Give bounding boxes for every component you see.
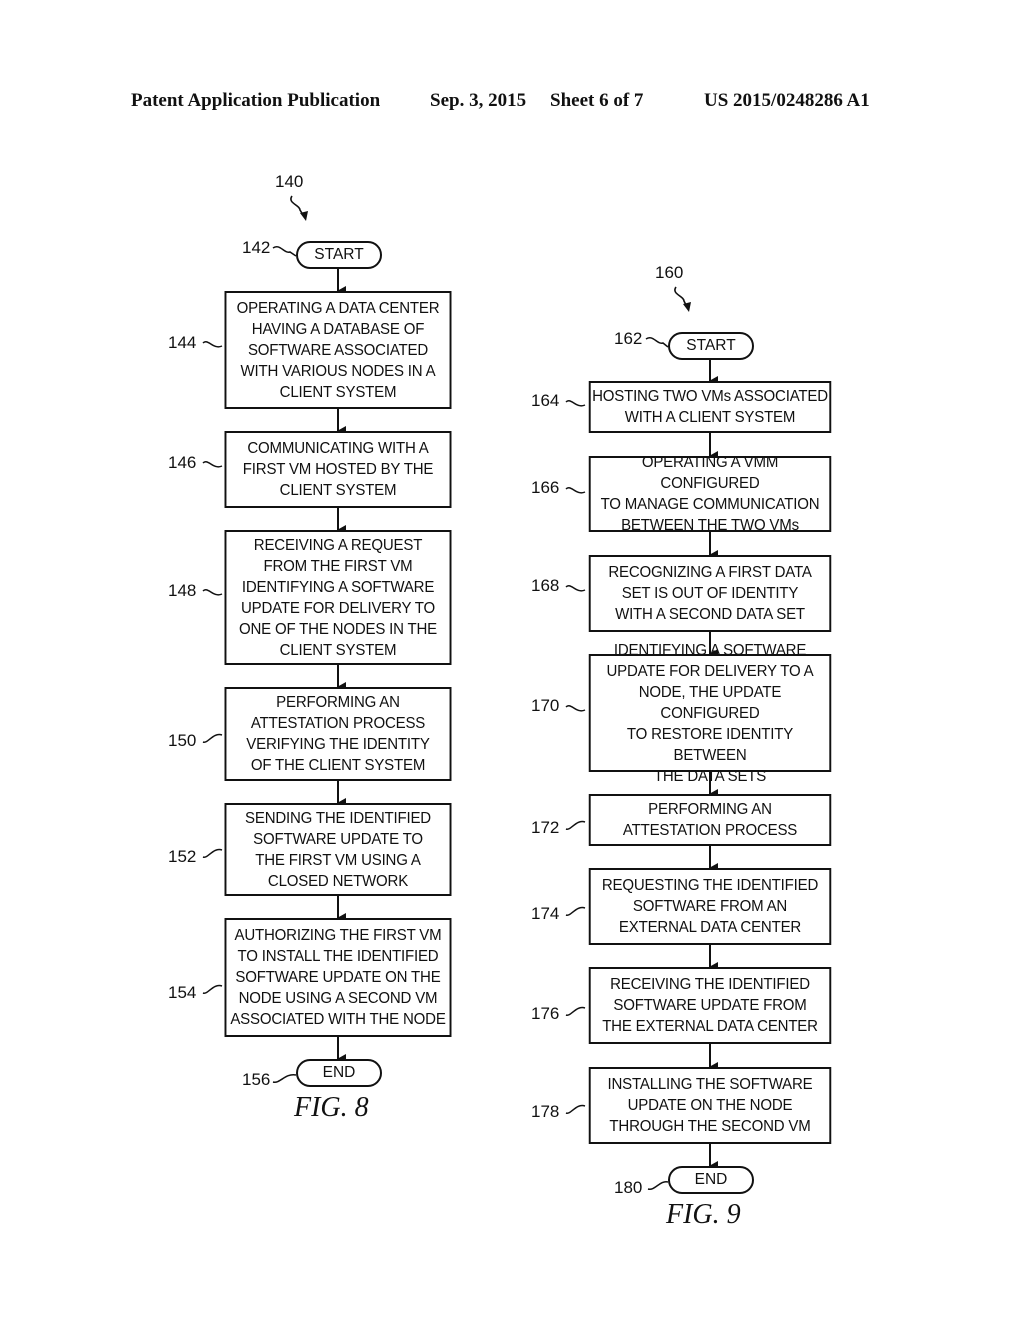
- step-text: OPERATING A DATA CENTER HAVING A DATABAS…: [236, 299, 440, 401]
- fig8-step-ref: 146: [168, 453, 197, 472]
- step-text: SENDING THE IDENTIFIED SOFTWARE UPDATE T…: [245, 809, 431, 890]
- fig9-step-172: PERFORMING AN ATTESTATION PROCESS: [588, 794, 832, 846]
- step-text: RECEIVING THE IDENTIFIED SOFTWARE UPDATE…: [602, 976, 818, 1035]
- fig9-step-ref: 174: [531, 904, 560, 923]
- fig9-end-label: END: [694, 1171, 728, 1188]
- fig9-step-ref: 168: [531, 576, 560, 595]
- fig9-step-ref: 166: [531, 478, 560, 497]
- fig8-start-ref: 142: [242, 238, 271, 257]
- publication-number: US 2015/0248286 A1: [704, 90, 870, 111]
- fig8-step-ref: 144: [168, 333, 197, 352]
- fig9-start-label: START: [686, 337, 736, 354]
- fig9-step-174: REQUESTING THE IDENTIFIED SOFTWARE FROM …: [588, 868, 832, 945]
- step-text: COMMUNICATING WITH A FIRST VM HOSTED BY …: [242, 440, 434, 499]
- fig8-ref-number: 140: [275, 172, 304, 191]
- fig8-step-ref: 150: [168, 731, 197, 750]
- fig8-step-152: SENDING THE IDENTIFIED SOFTWARE UPDATE T…: [224, 803, 452, 896]
- step-text: PERFORMING AN ATTESTATION PROCESS VERIFY…: [246, 694, 430, 774]
- publication-type: Patent Application Publication: [131, 90, 381, 111]
- fig9-step-176: RECEIVING THE IDENTIFIED SOFTWARE UPDATE…: [588, 967, 832, 1044]
- fig9-caption: FIG. 9: [666, 1199, 741, 1230]
- fig9-step-ref: 178: [531, 1102, 560, 1121]
- fig8-step-148: RECEIVING A REQUEST FROM THE FIRST VM ID…: [224, 530, 452, 665]
- fig9-step-170: IDENTIFYING A SOFTWARE UPDATE FOR DELIVE…: [588, 642, 832, 785]
- fig9-start-terminal: START: [668, 332, 754, 360]
- fig8-start-terminal: START: [296, 241, 382, 269]
- fig9-step-ref: 176: [531, 1004, 560, 1023]
- fig8-step-146: COMMUNICATING WITH A FIRST VM HOSTED BY …: [224, 431, 452, 508]
- fig8-step-144: OPERATING A DATA CENTER HAVING A DATABAS…: [224, 291, 452, 409]
- fig8-end-label: END: [322, 1064, 356, 1081]
- fig8-end-ref: 156: [242, 1070, 271, 1089]
- step-text: RECEIVING A REQUEST FROM THE FIRST VM ID…: [238, 536, 437, 659]
- fig8-step-ref: 148: [168, 581, 197, 600]
- fig9-step-164: HOSTING TWO VMs ASSOCIATED WITH A CLIENT…: [588, 381, 832, 433]
- fig8-step-150: PERFORMING AN ATTESTATION PROCESS VERIFY…: [224, 687, 452, 781]
- publication-date: Sep. 3, 2015: [430, 90, 527, 111]
- fig9-end-terminal: END: [668, 1166, 754, 1194]
- fig8-step-ref: 152: [168, 847, 197, 866]
- fig8-step-154: AUTHORIZING THE FIRST VM TO INSTALL THE …: [224, 918, 452, 1037]
- fig8-end-terminal: END: [296, 1059, 382, 1087]
- step-text: REQUESTING THE IDENTIFIED SOFTWARE FROM …: [601, 877, 819, 936]
- fig8-start-label: START: [314, 246, 364, 263]
- step-text: IDENTIFYING A SOFTWARE UPDATE FOR DELIVE…: [606, 641, 814, 785]
- flowchart-connectors: [202, 195, 718, 1190]
- fig9-ref-number: 160: [655, 263, 684, 282]
- fig8-step-ref: 154: [168, 983, 197, 1002]
- step-text: INSTALLING THE SOFTWARE UPDATE ON THE NO…: [607, 1076, 813, 1135]
- fig9-step-ref: 172: [531, 818, 560, 837]
- sheet-number: Sheet 6 of 7: [550, 90, 644, 111]
- fig9-ref-arrow: [674, 286, 689, 310]
- fig8-ref-arrow: [290, 195, 306, 219]
- fig9-start-ref: 162: [614, 329, 643, 348]
- step-text: OPERATING A VMM CONFIGURED TO MANAGE COM…: [600, 454, 820, 534]
- fig9-step-168: RECOGNIZING A FIRST DATA SET IS OUT OF I…: [588, 555, 832, 632]
- step-text: RECOGNIZING A FIRST DATA SET IS OUT OF I…: [608, 564, 812, 623]
- step-text: AUTHORIZING THE FIRST VM TO INSTALL THE …: [230, 927, 446, 1028]
- fig9-end-ref: 180: [614, 1178, 643, 1197]
- step-text: PERFORMING AN ATTESTATION PROCESS: [622, 801, 798, 839]
- fig9-step-178: INSTALLING THE SOFTWARE UPDATE ON THE NO…: [588, 1067, 832, 1144]
- fig8-caption: FIG. 8: [294, 1092, 369, 1123]
- fig9-step-ref: 164: [531, 391, 560, 410]
- fig9-step-166: OPERATING A VMM CONFIGURED TO MANAGE COM…: [588, 454, 832, 534]
- step-text: HOSTING TWO VMs ASSOCIATED WITH A CLIENT…: [592, 388, 828, 426]
- fig9-step-ref: 170: [531, 696, 560, 715]
